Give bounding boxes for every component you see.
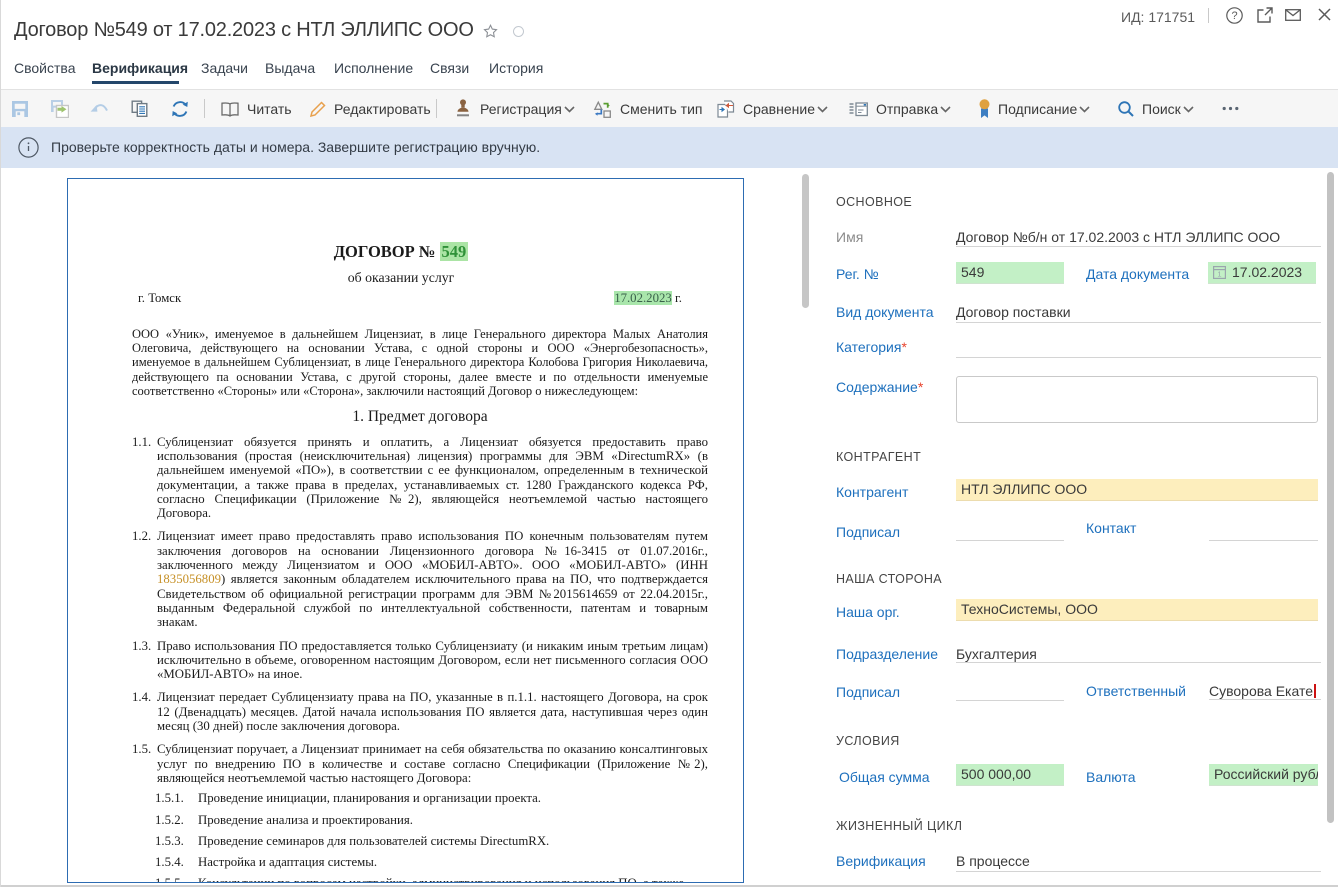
svg-text:1: 1 [1217,270,1221,279]
svg-text:?: ? [1231,10,1237,22]
